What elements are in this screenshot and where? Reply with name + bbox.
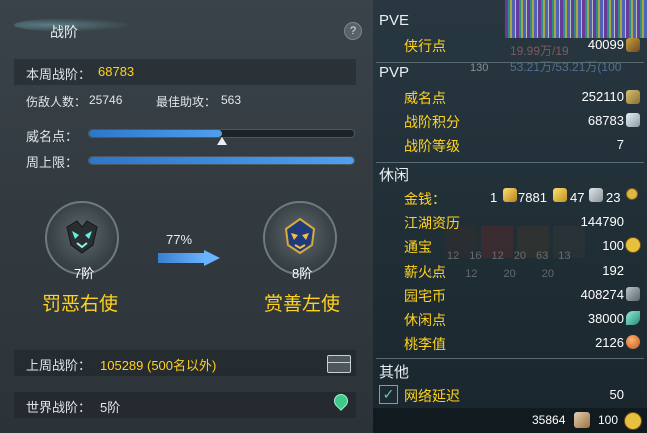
leaf-icon xyxy=(626,311,640,325)
xinhuo-points-value: 192 xyxy=(602,263,624,278)
tongbao-value: 100 xyxy=(602,238,624,253)
panel-title: 战阶 xyxy=(50,24,78,40)
weekly-rank-value: 68783 xyxy=(98,64,135,79)
next-rank-level: 8阶 xyxy=(292,266,313,281)
wound-count-label: 伤敌人数： xyxy=(26,95,87,109)
sword-icon xyxy=(626,38,640,52)
money-label: 金钱： xyxy=(404,191,446,207)
last-week-value: 105289 (500名以外) xyxy=(100,358,217,373)
weekly-cap-label: 周上限： xyxy=(26,155,79,170)
crest-icon xyxy=(626,113,640,127)
demon-mask-icon xyxy=(59,213,105,259)
gold-ingot-icon xyxy=(503,188,517,202)
world-rank-value: 5阶 xyxy=(100,400,121,415)
banner-icon xyxy=(626,90,640,104)
rank-progress-arrow-icon xyxy=(158,250,220,266)
rank-score-value: 68783 xyxy=(587,113,624,128)
slot-count: 20 xyxy=(513,250,526,262)
background-level-badge: 130 xyxy=(470,62,489,74)
silver-ingot-icon xyxy=(553,188,567,202)
jianghu-qualification-value: 144790 xyxy=(580,214,624,229)
chivalry-points-label: 侠行点 xyxy=(404,38,446,54)
best-assist-value: 563 xyxy=(221,93,242,107)
best-assist-label: 最佳助攻： xyxy=(156,95,217,109)
rank-level-value: 7 xyxy=(616,137,624,152)
chivalry-points-value: 40099 xyxy=(587,37,624,52)
peach-icon xyxy=(626,335,640,349)
fame-points-label: 威名点 xyxy=(404,90,446,106)
house-coin-value: 408274 xyxy=(580,287,624,302)
gold-coin-icon[interactable] xyxy=(624,412,642,430)
slot-count: 12 xyxy=(465,268,478,280)
network-latency-checkbox[interactable]: ✓ xyxy=(379,385,398,404)
wound-count-value: 25746 xyxy=(89,93,123,107)
jianghu-qualification-label: 江湖资历 xyxy=(404,215,460,231)
other-section-header: 其他 xyxy=(379,364,410,381)
tongbao-coin-icon xyxy=(625,237,641,253)
slot-count: 20 xyxy=(541,268,554,280)
current-rank-level: 7阶 xyxy=(74,266,95,281)
house-coin-icon xyxy=(626,287,640,301)
fame-marker-icon xyxy=(217,137,227,145)
copper-ingot-icon xyxy=(589,188,603,202)
golden-mask-icon xyxy=(277,213,323,259)
fame-label: 威名点： xyxy=(26,129,79,144)
house-coin-label: 园宅币 xyxy=(404,288,446,304)
leisure-points-value: 38000 xyxy=(587,311,624,326)
leisure-divider xyxy=(376,162,644,163)
pvp-divider xyxy=(376,62,644,63)
fame-progress-fill xyxy=(89,130,222,137)
weekly-cap-bar xyxy=(88,156,355,165)
money-copper-value: 47 xyxy=(570,190,585,205)
network-latency-value: 50 xyxy=(609,387,624,402)
coin-count: 100 xyxy=(598,413,619,427)
xinhuo-points-label: 薪火点 xyxy=(404,264,446,280)
pve-section-header: PVE xyxy=(379,12,410,29)
current-rank-name: 罚恶右使 xyxy=(42,294,119,315)
weekly-cap-fill xyxy=(89,157,354,164)
leisure-section-header: 休闲 xyxy=(379,167,410,184)
slot-count: 16 xyxy=(469,250,482,262)
slot-count: 20 xyxy=(503,268,516,280)
money-extra-value: 23 xyxy=(606,190,621,205)
battle-rank-panel: 战阶 ? 本周战阶： 68783 伤敌人数： 25746 最佳助攻： 563 威… xyxy=(0,0,373,433)
last-week-label: 上周战阶： xyxy=(26,358,92,373)
world-rank-label: 世界战阶： xyxy=(26,400,92,415)
next-rank-name: 赏善左使 xyxy=(264,294,341,315)
slot-count: 12 xyxy=(491,250,504,262)
coin-icon xyxy=(626,188,638,200)
network-latency-label: 网络延迟 xyxy=(404,388,460,404)
rank-score-label: 战阶积分 xyxy=(404,114,460,130)
background-mp-text: 53.21万/53.21万(100 xyxy=(510,60,622,74)
peach-value-value: 2126 xyxy=(595,335,624,350)
rank-progress-percent: 77% xyxy=(166,232,193,247)
slot-count: 63 xyxy=(536,250,549,262)
chest-icon[interactable] xyxy=(327,355,351,373)
rank-level-label: 战阶等级 xyxy=(404,138,460,154)
peach-value-label: 桃李值 xyxy=(404,336,446,352)
money-silver-value: 7881 xyxy=(518,190,547,205)
voucher-icon[interactable] xyxy=(574,412,590,428)
voucher-count: 35864 xyxy=(532,413,566,427)
tongbao-label: 通宝 xyxy=(404,239,432,255)
fame-points-value: 252110 xyxy=(581,89,624,104)
other-divider xyxy=(376,358,644,359)
background-scene xyxy=(505,0,647,38)
slot-count: 12 xyxy=(447,250,460,262)
pvp-section-header: PVP xyxy=(379,64,410,81)
leisure-points-label: 休闲点 xyxy=(404,312,446,328)
help-button[interactable]: ? xyxy=(344,22,362,40)
weekly-rank-label: 本周战阶： xyxy=(26,67,92,82)
money-gold-value: 1 xyxy=(490,190,498,205)
